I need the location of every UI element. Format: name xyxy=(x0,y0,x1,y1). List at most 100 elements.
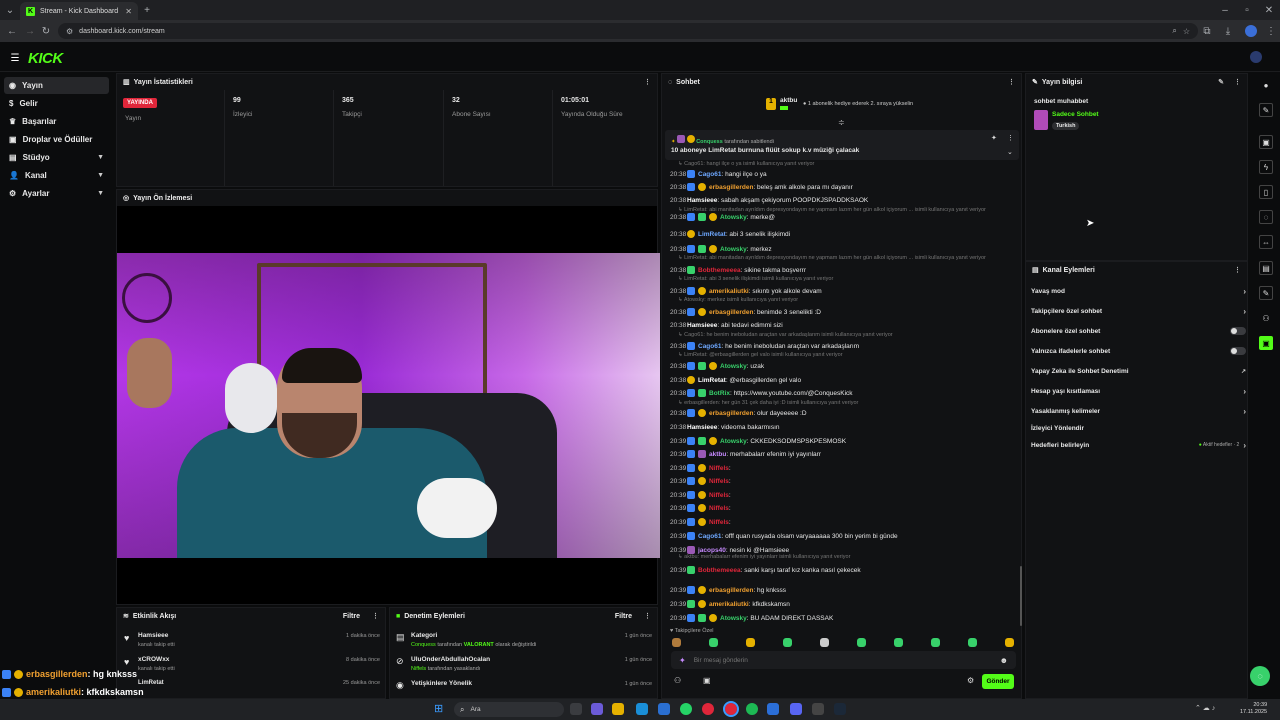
more-options-icon[interactable]: ⋮ xyxy=(1008,78,1015,86)
action-slow-mode[interactable]: Yavaş mod › xyxy=(1031,284,1246,298)
reload-icon[interactable]: ↻ xyxy=(40,25,52,37)
chevron-down-icon[interactable]: ⌄ xyxy=(1007,148,1013,156)
sidebar-item-ayarlar[interactable]: ⚙ Ayarlar ▼ xyxy=(4,185,109,202)
maximize-icon[interactable]: ▫ xyxy=(1240,4,1254,16)
action-account-age[interactable]: Hesap yaşı kısıtlaması › xyxy=(1031,384,1246,398)
user-avatar[interactable] xyxy=(1250,51,1262,63)
send-button[interactable]: Gönder xyxy=(982,674,1014,689)
chat-username[interactable]: jacops40 xyxy=(698,547,726,554)
windows-start-icon[interactable]: ⊞ xyxy=(434,703,446,715)
sidebar-item-yayin[interactable]: ◉ Yayın xyxy=(4,77,109,94)
emote-icon[interactable] xyxy=(672,638,681,647)
whatsapp-icon[interactable] xyxy=(680,703,692,715)
action-raid[interactable]: İzleyici Yönlendir xyxy=(1031,421,1246,435)
chat-username[interactable]: Niffels xyxy=(709,505,729,512)
chat-username[interactable]: Cago61 xyxy=(698,343,721,350)
hamburger-menu-icon[interactable]: ☰ xyxy=(9,52,21,64)
copilot-icon[interactable] xyxy=(591,703,603,715)
sparkle-icon[interactable]: ✦ xyxy=(679,656,686,665)
more-options-icon[interactable]: ⋮ xyxy=(1234,266,1241,274)
store-icon[interactable] xyxy=(658,703,670,715)
action-goals[interactable]: Hedefleri belirleyin ● Aktif hedefler · 2… xyxy=(1031,438,1246,452)
emote-icon[interactable] xyxy=(931,638,940,647)
edit-icon[interactable]: ✎ xyxy=(1259,103,1273,117)
chat-username[interactable]: Atowsky xyxy=(720,438,747,445)
document-icon[interactable]: ▯ xyxy=(1259,185,1273,199)
bookmark-star-icon[interactable]: ☆ xyxy=(1183,27,1190,36)
raid-icon[interactable]: ⇔ xyxy=(1259,235,1273,249)
subscribers-only-toggle[interactable] xyxy=(1230,327,1246,335)
edge-icon[interactable] xyxy=(636,703,648,715)
site-info-icon[interactable]: ⚙ xyxy=(66,27,73,36)
layout-icon[interactable]: ▣ xyxy=(1259,135,1273,149)
url-bar[interactable]: ⚙ dashboard.kick.com/stream ⌕ ☆ xyxy=(58,23,1198,39)
system-tray-icons[interactable]: ⌃ ☁ ♪ xyxy=(1195,704,1215,712)
chat-scrollbar[interactable] xyxy=(1020,566,1022,626)
green-action-icon[interactable]: ▣ xyxy=(1259,336,1273,350)
steam-icon[interactable] xyxy=(767,703,779,715)
emote-icon[interactable] xyxy=(709,638,718,647)
chat-username[interactable]: Bobthemeeea xyxy=(698,567,741,574)
chat-username[interactable]: amerikaliutki xyxy=(709,288,749,295)
task-view-icon[interactable] xyxy=(570,703,582,715)
new-tab-icon[interactable]: + xyxy=(141,4,153,16)
extensions-icon[interactable]: ⧉ xyxy=(1201,25,1213,37)
zoom-icon[interactable]: ⌕ xyxy=(1172,26,1176,36)
window-close-icon[interactable]: ✕ xyxy=(1262,4,1276,16)
chat-username[interactable]: BotRix xyxy=(709,390,730,397)
more-options-icon[interactable]: ⋮ xyxy=(1234,78,1241,86)
chat-username[interactable]: LimRetat xyxy=(698,231,726,238)
list-icon[interactable]: ▤ xyxy=(1259,261,1273,275)
chrome-icon[interactable] xyxy=(702,703,714,715)
chat-username[interactable]: Hamsieee xyxy=(687,424,717,431)
emote-icon[interactable] xyxy=(820,638,829,647)
filter-icon[interactable]: ≑ xyxy=(838,118,845,127)
more-options-icon[interactable]: ⋮ xyxy=(644,78,651,86)
taskbar-clock[interactable]: 20:39 17.11.2025 xyxy=(1240,702,1267,716)
chat-input[interactable] xyxy=(693,656,992,664)
mod-user[interactable]: Conquess xyxy=(411,642,436,648)
chat-username[interactable]: Niffels xyxy=(709,478,729,485)
moderation-action[interactable]: UluOnderAbdullahOcalan xyxy=(411,656,490,663)
users-icon[interactable]: ⚇ xyxy=(1259,311,1273,325)
unpin-icon[interactable]: ✦ xyxy=(991,134,997,142)
emote-icon[interactable] xyxy=(746,638,755,647)
chat-settings-icon[interactable]: ⚙ xyxy=(967,676,974,685)
chat-username[interactable]: erbasgillerden xyxy=(709,587,753,594)
profile-avatar[interactable] xyxy=(1245,25,1257,37)
sidebar-item-studyo[interactable]: ▤ Stüdyo ▼ xyxy=(4,149,109,166)
support-chat-icon[interactable]: ◌ xyxy=(1250,666,1270,686)
gift-leader-user[interactable]: aktbu xyxy=(780,97,797,104)
download-icon[interactable]: ⤓ xyxy=(1222,25,1234,37)
sidebar-item-droplar[interactable]: ▣ Droplar ve Ödüller xyxy=(4,131,109,148)
pinned-by-user[interactable]: Conquess xyxy=(696,139,723,145)
info-icon[interactable]: ● xyxy=(1259,78,1273,92)
kick-logo[interactable]: KICK xyxy=(28,50,63,67)
back-icon[interactable]: ← xyxy=(6,25,18,37)
action-emote-only[interactable]: Yalnızca ifadelerle sohbet xyxy=(1031,344,1246,358)
activity-filter-button[interactable]: Filtre xyxy=(343,613,360,620)
mod-user[interactable]: Niffels xyxy=(411,666,426,672)
chat-username[interactable]: amerikaliutki xyxy=(709,601,749,608)
forward-icon[interactable]: → xyxy=(24,25,36,37)
edit-icon[interactable]: ✎ xyxy=(1218,78,1224,86)
close-tab-icon[interactable]: ✕ xyxy=(125,7,132,16)
poll-icon[interactable]: ▣ xyxy=(703,676,711,685)
activity-user[interactable]: Hamsieee xyxy=(138,632,168,639)
wrench-icon[interactable]: ✎ xyxy=(1259,286,1273,300)
chat-username[interactable]: Niffels xyxy=(709,465,729,472)
more-options-icon[interactable]: ⋮ xyxy=(1007,134,1014,142)
chat-username[interactable]: aktbu xyxy=(709,451,726,458)
lightning-icon[interactable]: ϟ xyxy=(1259,160,1273,174)
chat-username[interactable]: erbasgillerden xyxy=(709,309,753,316)
chat-username[interactable]: Niffels xyxy=(709,492,729,499)
category-thumbnail[interactable] xyxy=(1034,110,1048,130)
chat-username[interactable]: Cago61 xyxy=(698,171,721,178)
spotify-icon[interactable] xyxy=(746,703,758,715)
browser-menu-icon[interactable]: ⋮ xyxy=(1265,25,1277,37)
chrome-active-icon[interactable] xyxy=(723,701,739,717)
more-options-icon[interactable]: ⋮ xyxy=(644,612,651,620)
chat-username[interactable]: erbasgillerden xyxy=(709,410,753,417)
chat-username[interactable]: Atowsky xyxy=(720,363,747,370)
browser-tab[interactable]: K Stream - Kick Dashboard ✕ xyxy=(20,2,138,20)
